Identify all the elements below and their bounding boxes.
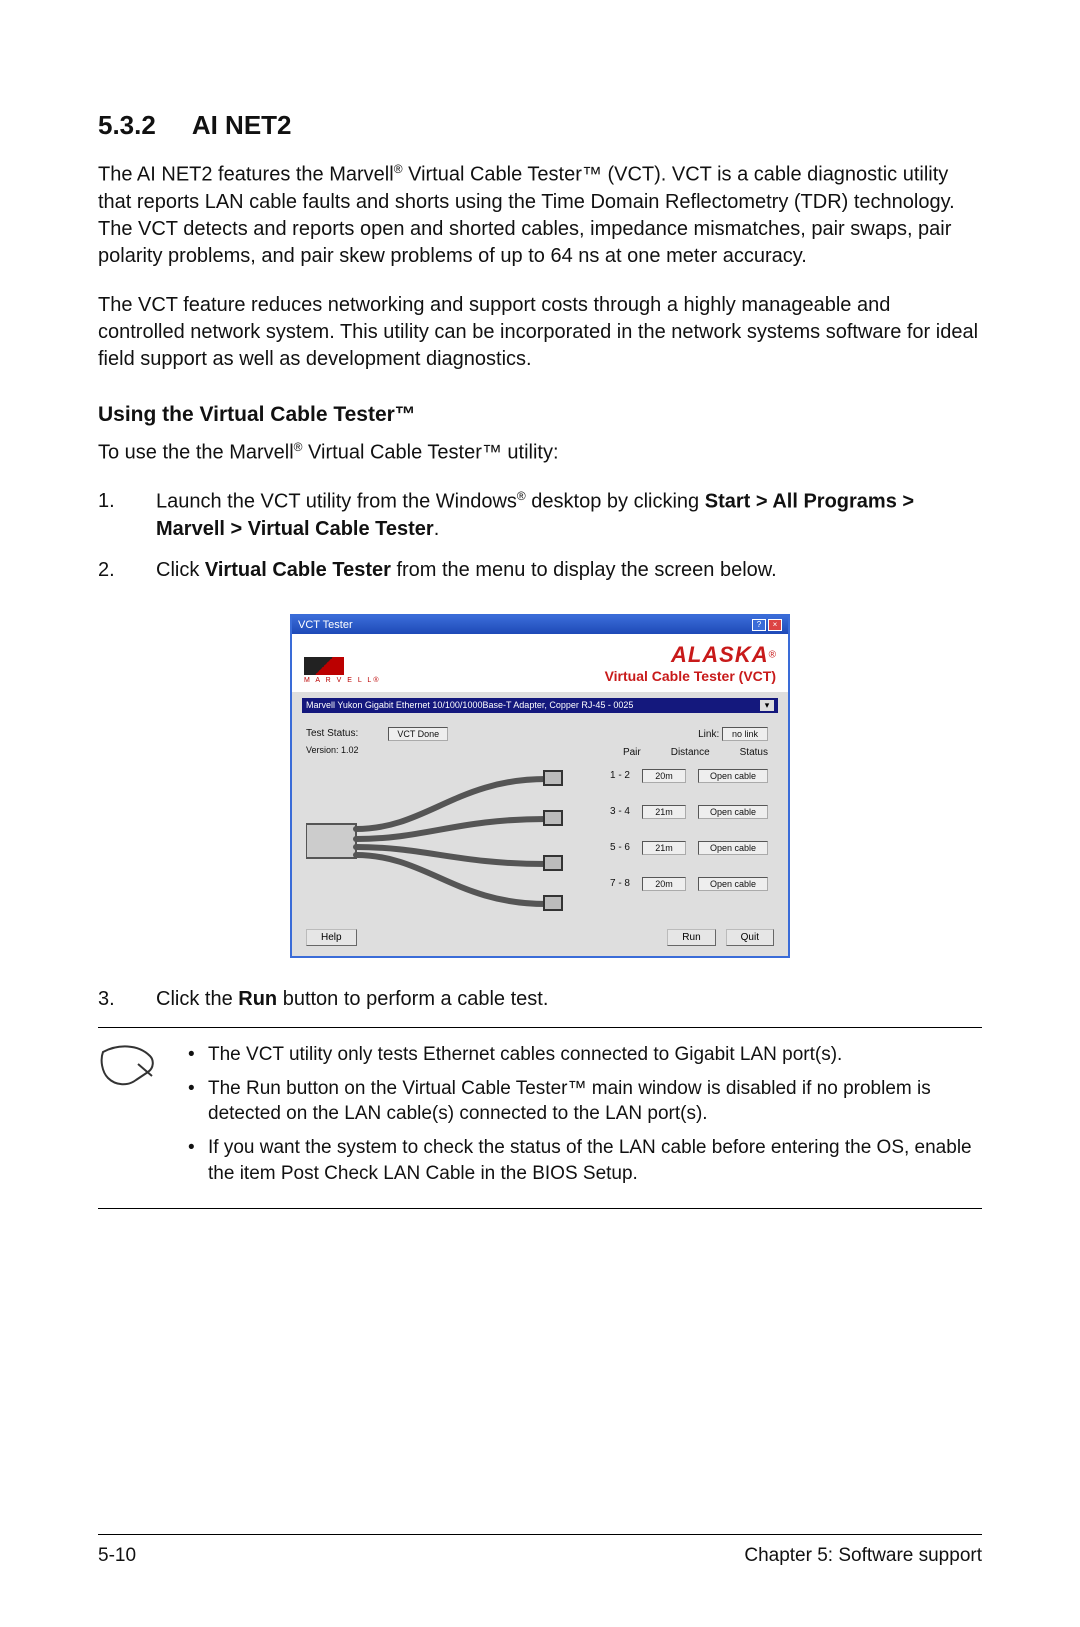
link-label: Link: xyxy=(698,729,719,740)
pair-headers: Pair Distance Status xyxy=(623,747,768,758)
section-heading: 5.3.2 AI NET2 xyxy=(98,110,982,141)
step-3: Click the Run button to perform a cable … xyxy=(98,986,982,1013)
run-button[interactable]: Run xyxy=(667,929,715,946)
link-value: no link xyxy=(722,727,768,741)
vct-window-title: VCT Tester xyxy=(298,619,353,631)
pair-row-2: 3 - 4 21m Open cable xyxy=(600,805,768,819)
vct-subtitle: Virtual Cable Tester (VCT) xyxy=(605,668,776,684)
vct-titlebar: VCT Tester ? × xyxy=(292,616,788,634)
marvell-logo: M A R V E L L® xyxy=(304,657,380,684)
note-item: The Run button on the Virtual Cable Test… xyxy=(182,1076,982,1127)
notes-block: The VCT utility only tests Ethernet cabl… xyxy=(98,1027,982,1209)
paragraph-1: The AI NET2 features the Marvell® Virtua… xyxy=(98,161,982,270)
page-footer: 5-10 Chapter 5: Software support xyxy=(98,1534,982,1567)
vct-header: M A R V E L L® ALASKA® Virtual Cable Tes… xyxy=(292,634,788,692)
hdr-distance: Distance xyxy=(671,747,710,758)
marvell-text: M A R V E L L® xyxy=(304,677,380,684)
paragraph-3: To use the the Marvell® Virtual Cable Te… xyxy=(98,439,982,467)
pair-row-3: 5 - 6 21m Open cable xyxy=(600,841,768,855)
quit-button[interactable]: Quit xyxy=(726,929,774,946)
adapter-selected: Marvell Yukon Gigabit Ethernet 10/100/10… xyxy=(306,700,633,710)
alaska-logo: ALASKA xyxy=(671,642,769,667)
close-icon[interactable]: × xyxy=(768,619,782,631)
step-2: Click Virtual Cable Tester from the menu… xyxy=(98,557,982,584)
link-row: Link: no link xyxy=(698,727,768,741)
cable-diagram-icon xyxy=(306,769,566,919)
hdr-status: Status xyxy=(740,747,768,758)
vct-button-row: Help Run Quit xyxy=(292,929,788,956)
window-controls: ? × xyxy=(752,619,782,631)
pair-row-4: 7 - 8 20m Open cable xyxy=(600,877,768,891)
note-item: If you want the system to check the stat… xyxy=(182,1135,982,1186)
note-item: The VCT utility only tests Ethernet cabl… xyxy=(182,1042,982,1068)
paragraph-2: The VCT feature reduces networking and s… xyxy=(98,292,982,373)
note-hand-icon xyxy=(98,1042,158,1194)
help-icon[interactable]: ? xyxy=(752,619,766,631)
pair-row-1: 1 - 2 20m Open cable xyxy=(600,769,768,783)
vct-body: Test Status: VCT Done Version: 1.02 Link… xyxy=(292,719,788,929)
vct-window-screenshot: VCT Tester ? × M A R V E L L® ALASKA® Vi… xyxy=(290,614,790,958)
notes-list: The VCT utility only tests Ethernet cabl… xyxy=(182,1042,982,1194)
section-title: AI NET2 xyxy=(192,110,292,141)
chevron-down-icon: ▾ xyxy=(760,700,774,711)
subheading-using-vct: Using the Virtual Cable Tester™ xyxy=(98,403,982,427)
hdr-pair: Pair xyxy=(623,747,641,758)
marvell-mark-icon xyxy=(304,657,344,675)
section-number: 5.3.2 xyxy=(98,110,156,141)
step-1: Launch the VCT utility from the Windows®… xyxy=(98,488,982,543)
test-status-label: Test Status: xyxy=(306,728,358,739)
adapter-dropdown[interactable]: Marvell Yukon Gigabit Ethernet 10/100/10… xyxy=(302,698,778,713)
page-number: 5-10 xyxy=(98,1545,136,1567)
help-button[interactable]: Help xyxy=(306,929,357,946)
test-status-value: VCT Done xyxy=(388,727,448,741)
chapter-label: Chapter 5: Software support xyxy=(744,1545,982,1567)
